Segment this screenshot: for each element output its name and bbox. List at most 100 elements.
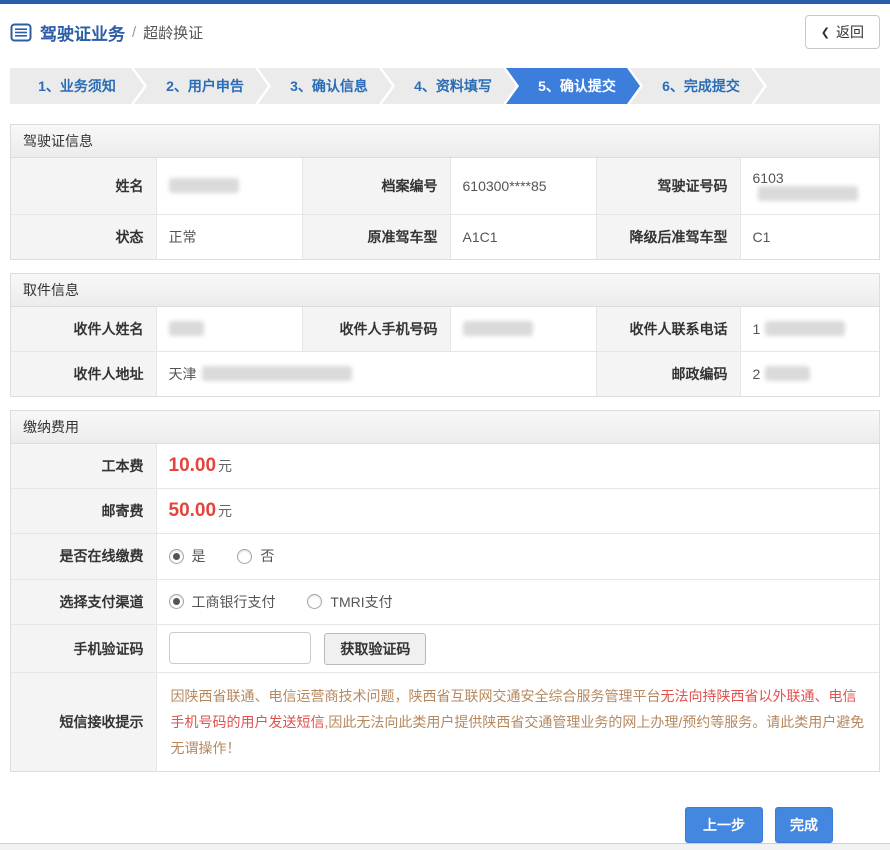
step-tab-2[interactable]: 2、用户申告 bbox=[134, 68, 268, 104]
chevron-left-icon: ❮ bbox=[820, 26, 830, 39]
field-label-file-number: 档案编号 bbox=[301, 158, 450, 215]
field-value-license-number: 6103 bbox=[739, 158, 879, 215]
back-button-label: 返回 bbox=[836, 24, 864, 40]
field-label-recipient-address: 收件人地址 bbox=[11, 351, 156, 396]
field-label-postage-fee: 邮寄费 bbox=[11, 488, 156, 534]
table-row: 是否在线缴费 是 否 bbox=[11, 533, 879, 579]
page-bottom-strip bbox=[0, 843, 890, 850]
field-value-name bbox=[155, 158, 302, 215]
section-title: 取件信息 bbox=[11, 274, 879, 307]
radio-channel-icbc[interactable]: 工商银行支付 bbox=[168, 592, 276, 612]
radio-online-pay-no[interactable]: 否 bbox=[237, 546, 274, 566]
fee-unit: 元 bbox=[218, 458, 233, 474]
field-label-sms-code: 手机验证码 bbox=[11, 623, 156, 673]
radio-icon bbox=[168, 548, 184, 564]
sms-notice-text: 因陕西省联通、电信运营商技术问题，陕西省互联网交通安全综合服务管理平台无法向持陕… bbox=[155, 672, 879, 772]
redacted-value bbox=[462, 321, 533, 336]
radio-online-pay-yes[interactable]: 是 bbox=[168, 546, 206, 566]
field-value-original-class: A1C1 bbox=[449, 214, 596, 259]
breadcrumb: 驾驶证业务 / 超龄换证 bbox=[10, 20, 203, 45]
section-title: 驾驶证信息 bbox=[11, 125, 879, 158]
field-value-postal-code: 2 bbox=[739, 351, 879, 396]
field-value-production-fee: 10.00 元 bbox=[155, 444, 879, 489]
step-tab-6[interactable]: 6、完成提交 bbox=[630, 68, 764, 104]
section-title: 缴纳费用 bbox=[11, 411, 879, 444]
table-row: 状态 正常 原准驾车型 A1C1 降级后准驾车型 C1 bbox=[11, 214, 879, 259]
finish-button[interactable]: 完成 bbox=[775, 807, 833, 844]
table-row: 选择支付渠道 工商银行支付 TMRI支付 bbox=[11, 578, 879, 625]
pay-channel-options: 工商银行支付 TMRI支付 bbox=[155, 578, 879, 625]
redacted-value bbox=[168, 321, 204, 336]
field-value-file-number: 610300****85 bbox=[449, 158, 596, 215]
radio-label: 工商银行支付 bbox=[191, 593, 276, 610]
step-tab-label: 6、完成提交 bbox=[662, 78, 740, 94]
table-row: 收件人姓名 收件人手机号码 收件人联系电话 1 bbox=[11, 307, 879, 352]
field-label-production-fee: 工本费 bbox=[11, 444, 156, 489]
list-icon bbox=[10, 23, 32, 42]
get-code-button[interactable]: 获取验证码 bbox=[324, 633, 427, 666]
step-tab-5-active[interactable]: 5、确认提交 bbox=[506, 68, 640, 104]
field-label-status: 状态 bbox=[11, 214, 156, 259]
section-license-info: 驾驶证信息 姓名 档案编号 610300****85 驾驶证号码 6103 状态… bbox=[10, 124, 880, 260]
table-row: 工本费 10.00 元 bbox=[11, 444, 879, 489]
field-value-recipient-mobile bbox=[449, 307, 596, 352]
field-value-recipient-phone: 1 bbox=[739, 307, 879, 352]
redacted-value bbox=[765, 321, 846, 336]
radio-icon bbox=[237, 548, 253, 564]
step-tab-1[interactable]: 1、业务须知 bbox=[10, 68, 144, 104]
field-label-original-class: 原准驾车型 bbox=[301, 214, 450, 259]
sms-code-input[interactable] bbox=[168, 632, 311, 664]
step-wizard-filler bbox=[754, 68, 880, 104]
field-label-online-pay: 是否在线缴费 bbox=[11, 533, 156, 579]
step-wizard: 1、业务须知 2、用户申告 3、确认信息 4、资料填写 5、确认提交 6、完成提… bbox=[10, 68, 880, 104]
field-value-recipient-address: 天津 bbox=[155, 351, 596, 396]
fee-unit: 元 bbox=[218, 503, 233, 519]
redacted-value bbox=[765, 366, 811, 381]
section-payment: 缴纳费用 工本费 10.00 元 邮寄费 50.00 元 是否在线缴费 是 否 … bbox=[10, 410, 880, 773]
previous-step-button[interactable]: 上一步 bbox=[685, 807, 763, 844]
table-row: 收件人地址 天津 邮政编码 2 bbox=[11, 351, 879, 396]
license-info-table: 姓名 档案编号 610300****85 驾驶证号码 6103 状态 正常 原准… bbox=[11, 158, 879, 259]
redacted-value bbox=[168, 178, 239, 193]
fee-amount: 10.00 bbox=[168, 455, 217, 476]
radio-icon bbox=[168, 594, 184, 609]
radio-channel-tmri[interactable]: TMRI支付 bbox=[307, 592, 393, 612]
fee-amount: 50.00 bbox=[168, 500, 217, 521]
field-label-downgraded-class: 降级后准驾车型 bbox=[595, 214, 740, 259]
footer-actions: 上一步 完成 bbox=[0, 785, 890, 844]
field-value-downgraded-class: C1 bbox=[739, 214, 879, 259]
field-label-recipient-phone: 收件人联系电话 bbox=[595, 307, 740, 352]
radio-icon bbox=[307, 594, 323, 609]
radio-label: 否 bbox=[260, 548, 275, 564]
field-value-postage-fee: 50.00 元 bbox=[155, 488, 879, 534]
field-label-sms-notice: 短信接收提示 bbox=[11, 672, 156, 772]
step-tab-label: 5、确认提交 bbox=[538, 78, 616, 94]
sms-code-field: 获取验证码 bbox=[155, 623, 879, 673]
field-label-postal-code: 邮政编码 bbox=[595, 351, 740, 396]
online-pay-options: 是 否 bbox=[155, 533, 879, 579]
redacted-value bbox=[757, 186, 858, 201]
field-label-license-number: 驾驶证号码 bbox=[595, 158, 740, 215]
field-label-name: 姓名 bbox=[11, 158, 156, 215]
value-prefix: 6103 bbox=[752, 170, 784, 186]
step-tab-label: 1、业务须知 bbox=[38, 78, 116, 94]
table-row: 姓名 档案编号 610300****85 驾驶证号码 6103 bbox=[11, 158, 879, 215]
breadcrumb-separator: / bbox=[132, 23, 137, 41]
radio-label: TMRI支付 bbox=[330, 593, 393, 610]
section-pickup-info: 取件信息 收件人姓名 收件人手机号码 收件人联系电话 1 收件人地址 天津 邮政… bbox=[10, 273, 880, 397]
table-row: 邮寄费 50.00 元 bbox=[11, 488, 879, 534]
radio-label: 是 bbox=[191, 548, 206, 564]
step-tab-label: 4、资料填写 bbox=[414, 78, 492, 94]
step-tab-4[interactable]: 4、资料填写 bbox=[382, 68, 516, 104]
page-header: 驾驶证业务 / 超龄换证 ❮ 返回 bbox=[0, 4, 890, 60]
field-label-recipient-mobile: 收件人手机号码 bbox=[301, 307, 450, 352]
step-tab-3[interactable]: 3、确认信息 bbox=[258, 68, 392, 104]
step-tab-label: 2、用户申告 bbox=[166, 78, 244, 94]
field-label-recipient-name: 收件人姓名 bbox=[11, 307, 156, 352]
notice-text-normal: 因陕西省联通、电信运营商技术问题，陕西省互联网交通安全综合服务管理平台 bbox=[170, 688, 661, 705]
back-button[interactable]: ❮ 返回 bbox=[804, 15, 880, 49]
table-row: 短信接收提示 因陕西省联通、电信运营商技术问题，陕西省互联网交通安全综合服务管理… bbox=[11, 672, 879, 772]
field-value-recipient-name bbox=[155, 307, 302, 352]
payment-table: 工本费 10.00 元 邮寄费 50.00 元 是否在线缴费 是 否 选择支付渠… bbox=[11, 444, 879, 772]
step-tab-label: 3、确认信息 bbox=[290, 78, 368, 94]
